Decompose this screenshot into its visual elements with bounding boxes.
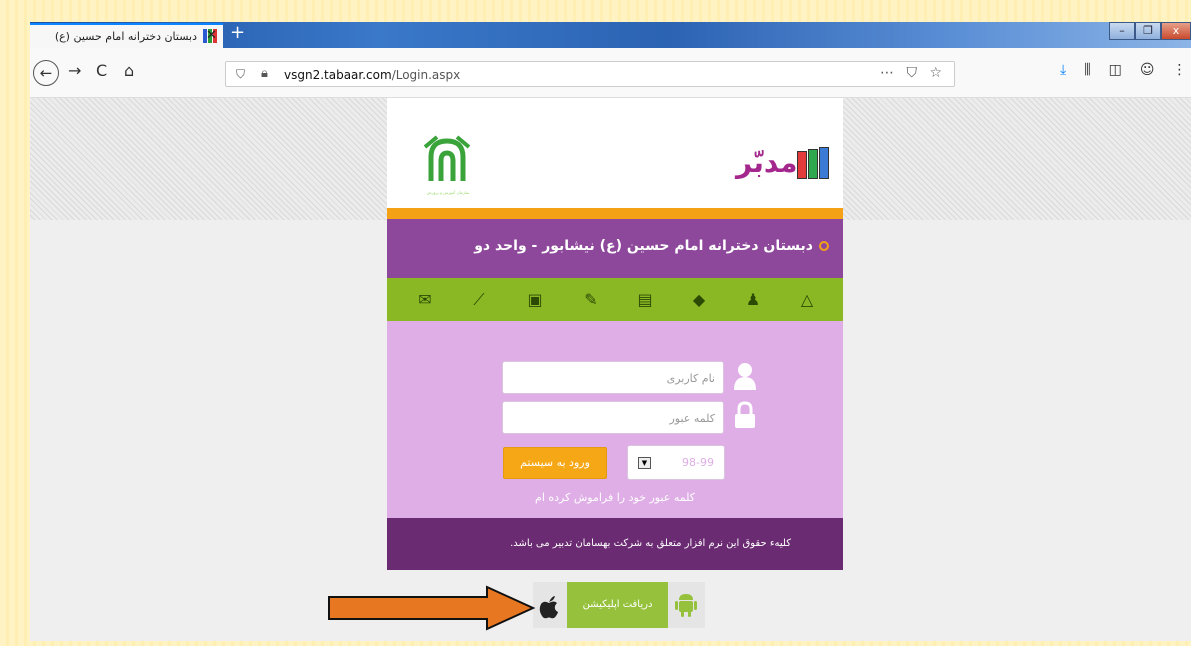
board-icon[interactable]: ▤	[635, 290, 655, 310]
window-controls: – ❐ x	[1109, 22, 1191, 42]
library-icon[interactable]: ⫼	[1084, 62, 1090, 78]
browser-tab[interactable]: دبستان دخترانه امام حسین (ع) نیشا ✕	[30, 23, 223, 48]
apple-icon[interactable]	[536, 594, 562, 620]
new-tab-button[interactable]: +	[230, 24, 245, 42]
brand-logo: مدبّر	[732, 146, 830, 179]
module-icon-bar: ✉ ⟋ ▣ ✎ ▤ ◆ ♟ △	[387, 278, 843, 321]
download-app-button[interactable]: دریافت اپلیکیشن	[567, 582, 668, 628]
brand-name: مدبّر	[736, 146, 798, 179]
toolbar-right: ⤓ ⫼ ◫ ☺ ⋮	[1060, 62, 1187, 78]
books-stack-icon[interactable]: ◆	[689, 290, 709, 310]
edit-icon[interactable]: ✎	[581, 290, 601, 310]
url-text: vsgn2.tabaar.com/Login.aspx	[284, 68, 461, 82]
username-field[interactable]: نام کاربری	[502, 361, 724, 394]
books-icon	[797, 146, 830, 179]
school-year-select[interactable]: 98-99 ▼	[627, 445, 725, 480]
copyright-text: کلیهء حقوق این نرم افزار متعلق به شرکت ب…	[510, 538, 791, 549]
forgot-password-link[interactable]: کلمه عبور خود را فراموش کرده ام	[387, 491, 843, 504]
forward-button[interactable]: →	[68, 61, 81, 80]
page-actions[interactable]: ⋯ ⛉ ☆	[880, 65, 946, 81]
users-icon[interactable]: ♟	[743, 290, 763, 310]
login-button[interactable]: ورود به سیستم	[503, 447, 607, 479]
back-button[interactable]: ←	[33, 60, 59, 86]
web-page: سازمان آموزش و پرورش مدبّر دبستان دختران…	[30, 98, 1191, 641]
maximize-button[interactable]: ❐	[1135, 22, 1161, 40]
close-window-button[interactable]: x	[1161, 22, 1191, 40]
address-bar[interactable]: ⛉ 🔒︎ vsgn2.tabaar.com/Login.aspx ⋯ ⛉ ☆	[225, 61, 955, 87]
teacher-icon[interactable]: △	[797, 290, 817, 310]
chart-icon[interactable]: ⟋	[469, 290, 489, 310]
browser-tab-bar: دبستان دخترانه امام حسین (ع) نیشا ✕ + – …	[30, 22, 1191, 48]
sidebar-icon[interactable]: ◫	[1109, 62, 1122, 78]
tab-title: دبستان دخترانه امام حسین (ع) نیشا	[52, 30, 197, 43]
school-name: دبستان دخترانه امام حسین (ع) نیشابور - و…	[474, 238, 829, 254]
emblem-caption: سازمان آموزش و پرورش	[426, 190, 470, 195]
user-icon	[734, 363, 756, 390]
menu-icon[interactable]: ⋮	[1173, 62, 1187, 78]
report-icon[interactable]: ▣	[525, 290, 545, 310]
login-form: نام کاربری کلمه عبور 98-99 ▼ ورود به سیس…	[387, 321, 843, 518]
android-icon[interactable]	[675, 592, 697, 618]
home-icon[interactable]: ⌂	[124, 61, 134, 80]
reload-button[interactable]: C	[96, 61, 107, 80]
dropdown-arrow-icon[interactable]: ▼	[638, 457, 651, 469]
bullet-ring-icon	[819, 241, 829, 251]
accent-bar	[387, 208, 843, 219]
download-icon[interactable]: ⤓	[1060, 62, 1066, 78]
password-field[interactable]: کلمه عبور	[502, 401, 724, 434]
school-name-text: دبستان دخترانه امام حسین (ع) نیشابور - و…	[474, 238, 813, 254]
copyright-bar: کلیهء حقوق این نرم افزار متعلق به شرکت ب…	[387, 518, 843, 570]
tracking-shield-icon[interactable]: ⛉	[236, 67, 245, 82]
app-download-bar: دریافت اپلیکیشن	[533, 582, 705, 628]
pointer-arrow-icon	[328, 585, 536, 631]
insecure-lock-icon[interactable]: 🔒︎	[261, 66, 268, 81]
login-panel: سازمان آموزش و پرورش مدبّر دبستان دختران…	[387, 98, 843, 570]
organization-emblem-icon	[423, 135, 471, 181]
mail-icon[interactable]: ✉	[415, 290, 435, 310]
logo-header: سازمان آموزش و پرورش مدبّر	[387, 98, 843, 208]
browser-nav-bar: ← → C ⌂ ⛉ 🔒︎ vsgn2.tabaar.com/Login.aspx…	[30, 48, 1191, 98]
account-icon[interactable]: ☺	[1140, 62, 1155, 78]
minimize-button[interactable]: –	[1109, 22, 1135, 40]
year-value: 98-99	[682, 456, 714, 469]
school-title-bar: دبستان دخترانه امام حسین (ع) نیشابور - و…	[387, 219, 843, 278]
lock-icon	[735, 401, 755, 428]
tab-close-icon[interactable]: ✕	[206, 28, 217, 43]
